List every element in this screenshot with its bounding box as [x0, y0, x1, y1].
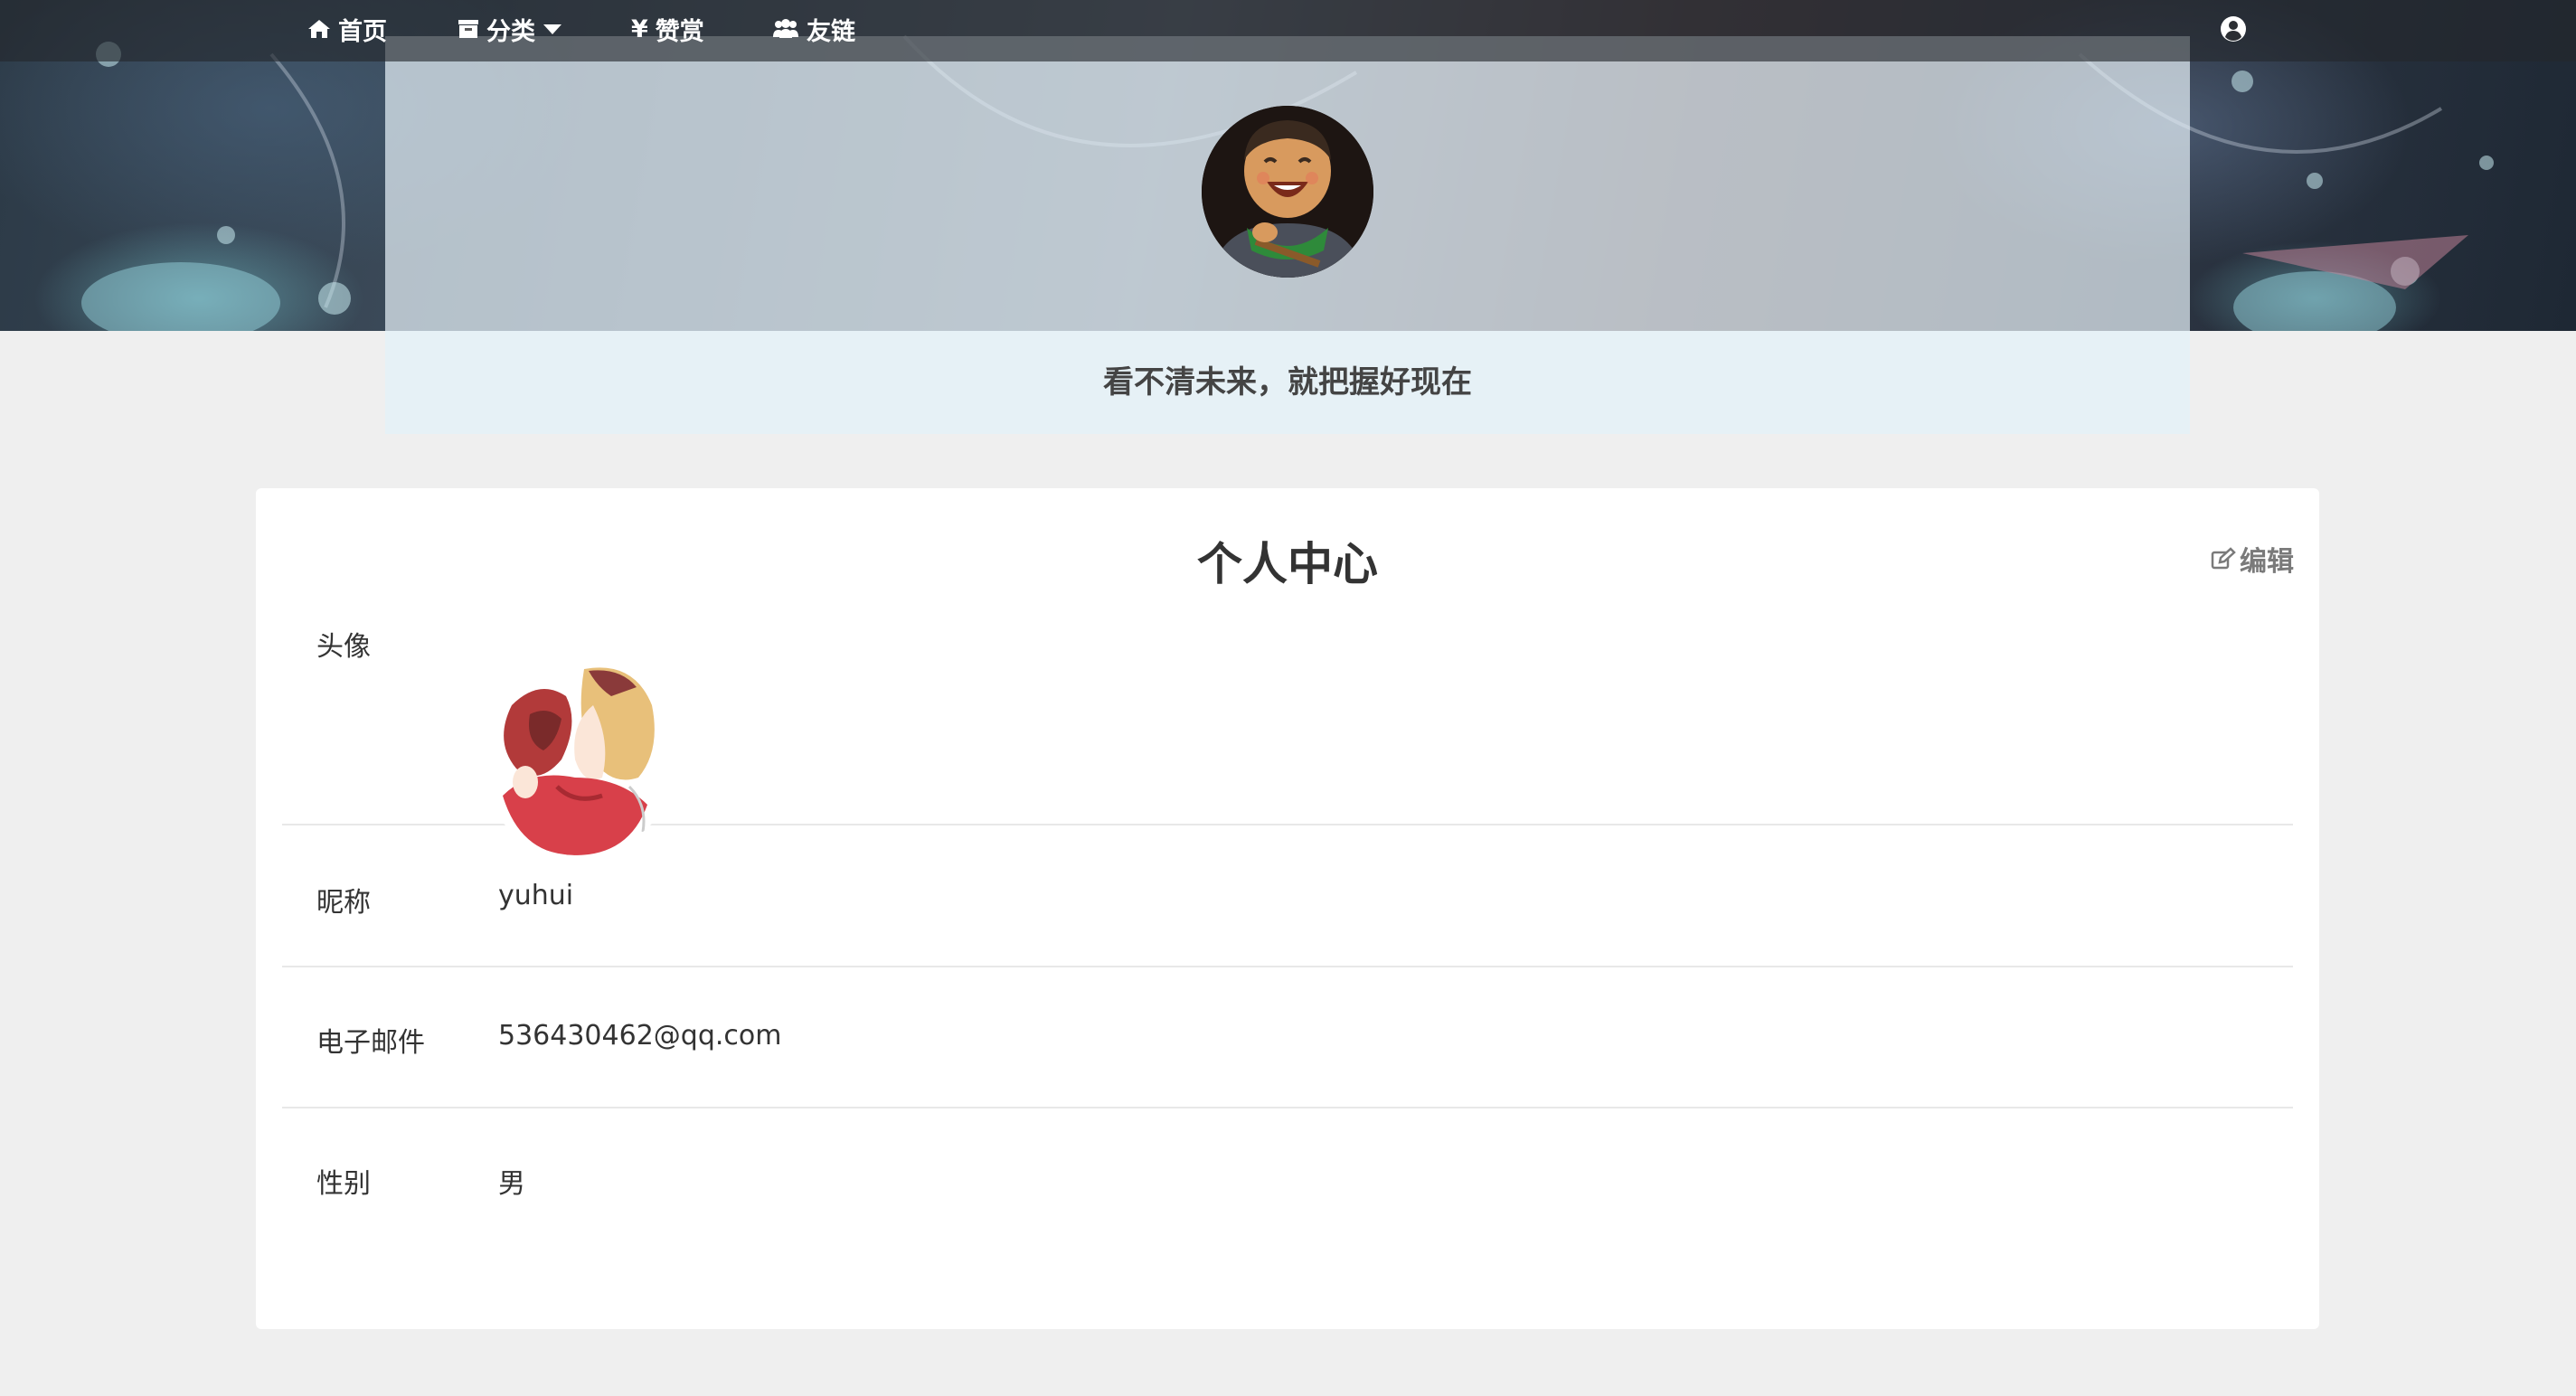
- page-title: 个人中心: [1197, 538, 1378, 590]
- hero-avatar: [1202, 106, 1373, 278]
- gender-row: 性别 男: [282, 1108, 2293, 1249]
- nickname-value: yuhui: [498, 880, 574, 911]
- user-avatar: [476, 651, 680, 855]
- anime-couple-avatar: [476, 651, 680, 855]
- nav-friend-links-label: 友链: [807, 17, 855, 46]
- archive-icon: [458, 20, 478, 38]
- nav-reward-label: 赞赏: [655, 17, 704, 46]
- caret-down-icon: [543, 24, 561, 34]
- hero-motto: 看不清未来，就把握好现在: [1103, 364, 1472, 401]
- page: 首页 分类 ¥ 赞赏 友链 看不清未来，就把握好现在 个人中心 编辑 头像 昵称…: [0, 0, 2576, 1396]
- email-row: 电子邮件 536430462@qq.com: [282, 967, 2293, 1108]
- edit-label: 编辑: [2240, 546, 2294, 578]
- nav-reward[interactable]: ¥ 赞赏: [631, 11, 704, 47]
- home-icon: [308, 20, 330, 38]
- avatar-label: 头像: [316, 631, 371, 663]
- email-label: 电子邮件: [316, 1027, 425, 1059]
- edit-button[interactable]: 编辑: [2211, 539, 2294, 579]
- nav-category-label: 分类: [486, 17, 535, 46]
- top-navbar: 首页 分类 ¥ 赞赏 友链: [0, 0, 2576, 61]
- yen-icon: ¥: [631, 14, 648, 43]
- gender-label: 性别: [316, 1168, 371, 1200]
- user-menu-button[interactable]: [2220, 14, 2247, 43]
- profile-card: 个人中心 编辑 头像 昵称 yuhui 电子邮件 536430462@qq.co…: [256, 488, 2319, 1329]
- nav-category[interactable]: 分类: [458, 11, 562, 47]
- user-circle-icon: [2221, 16, 2246, 42]
- gender-value: 男: [498, 1168, 525, 1200]
- profile-hero: 看不清未来，就把握好现在: [385, 36, 2190, 434]
- nav-home[interactable]: 首页: [307, 11, 387, 47]
- nickname-label: 昵称: [316, 887, 371, 919]
- nav-friend-links[interactable]: 友链: [772, 11, 855, 47]
- nav-home-label: 首页: [338, 17, 387, 46]
- edit-icon: [2211, 547, 2236, 570]
- users-icon: [773, 19, 798, 38]
- email-value: 536430462@qq.com: [498, 1020, 782, 1052]
- cartoon-boy-avatar: [1202, 106, 1373, 278]
